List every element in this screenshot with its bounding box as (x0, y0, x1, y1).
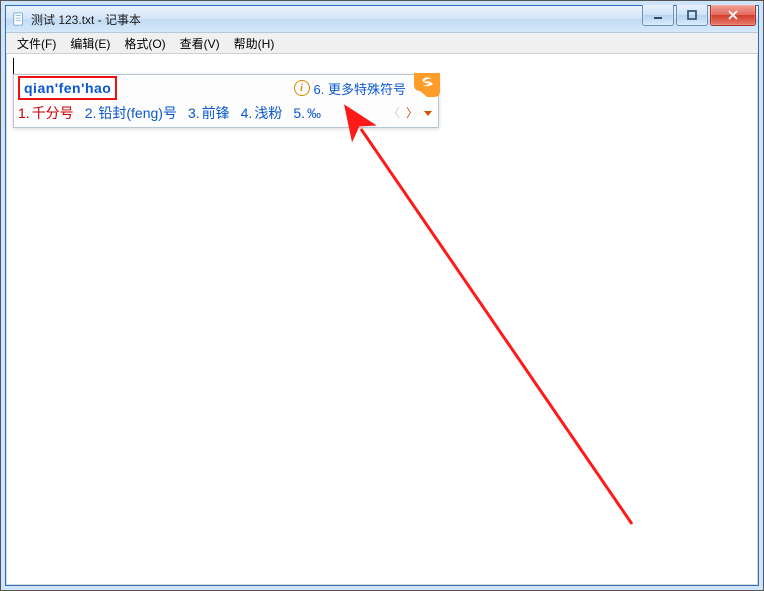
ime-candidate-row: 1. 千分号 2. 铅封(feng)号 3. 前锋 4. 浅粉 (14, 100, 438, 127)
maximize-button[interactable] (676, 5, 708, 26)
menu-file[interactable]: 文件(F) (10, 33, 63, 54)
ime-special-link[interactable]: i 6. 更多特殊符号 (294, 79, 434, 98)
ime-next-page[interactable]: 〉 (406, 107, 418, 119)
ime-candidate-3[interactable]: 3. 前锋 (188, 103, 230, 123)
ime-expand-icon[interactable] (424, 111, 432, 116)
info-icon: i (294, 80, 310, 96)
menu-view[interactable]: 查看(V) (173, 33, 227, 54)
menu-format[interactable]: 格式(O) (117, 33, 172, 54)
ime-pager: 〈 〉 (388, 107, 434, 119)
text-area[interactable]: qian'fen'hao i 6. 更多特殊符号 1. (6, 54, 758, 585)
ime-candidate-5[interactable]: 5. ‰ (293, 105, 321, 121)
ime-candidate-1[interactable]: 1. 千分号 (18, 103, 74, 123)
notepad-icon (12, 12, 26, 26)
menu-bar: 文件(F) 编辑(E) 格式(O) 查看(V) 帮助(H) (6, 33, 758, 54)
menu-help[interactable]: 帮助(H) (227, 33, 282, 54)
ime-panel: qian'fen'hao i 6. 更多特殊符号 1. (13, 74, 439, 128)
ime-candidate-2[interactable]: 2. 铅封(feng)号 (85, 103, 177, 123)
sogou-logo-icon (414, 73, 440, 97)
ime-prev-page[interactable]: 〈 (388, 107, 400, 119)
ime-input-row: qian'fen'hao i 6. 更多特殊符号 (14, 75, 438, 100)
text-caret (13, 58, 14, 74)
ime-pinyin: qian'fen'hao (18, 76, 117, 100)
title-bar[interactable]: 测试 123.txt - 记事本 (6, 6, 758, 33)
notepad-window: 测试 123.txt - 记事本 文件(F) 编辑(E) 格式(O) 查看(V)… (5, 5, 759, 586)
ime-candidate-4[interactable]: 4. 浅粉 (241, 103, 283, 123)
ime-special-label: 6. 更多特殊符号 (314, 79, 406, 98)
window-title: 测试 123.txt - 记事本 (31, 11, 141, 28)
minimize-button[interactable] (642, 5, 674, 26)
annotation-arrow (7, 54, 757, 585)
close-button[interactable] (710, 5, 756, 26)
window-controls (640, 5, 756, 26)
menu-edit[interactable]: 编辑(E) (63, 33, 117, 54)
